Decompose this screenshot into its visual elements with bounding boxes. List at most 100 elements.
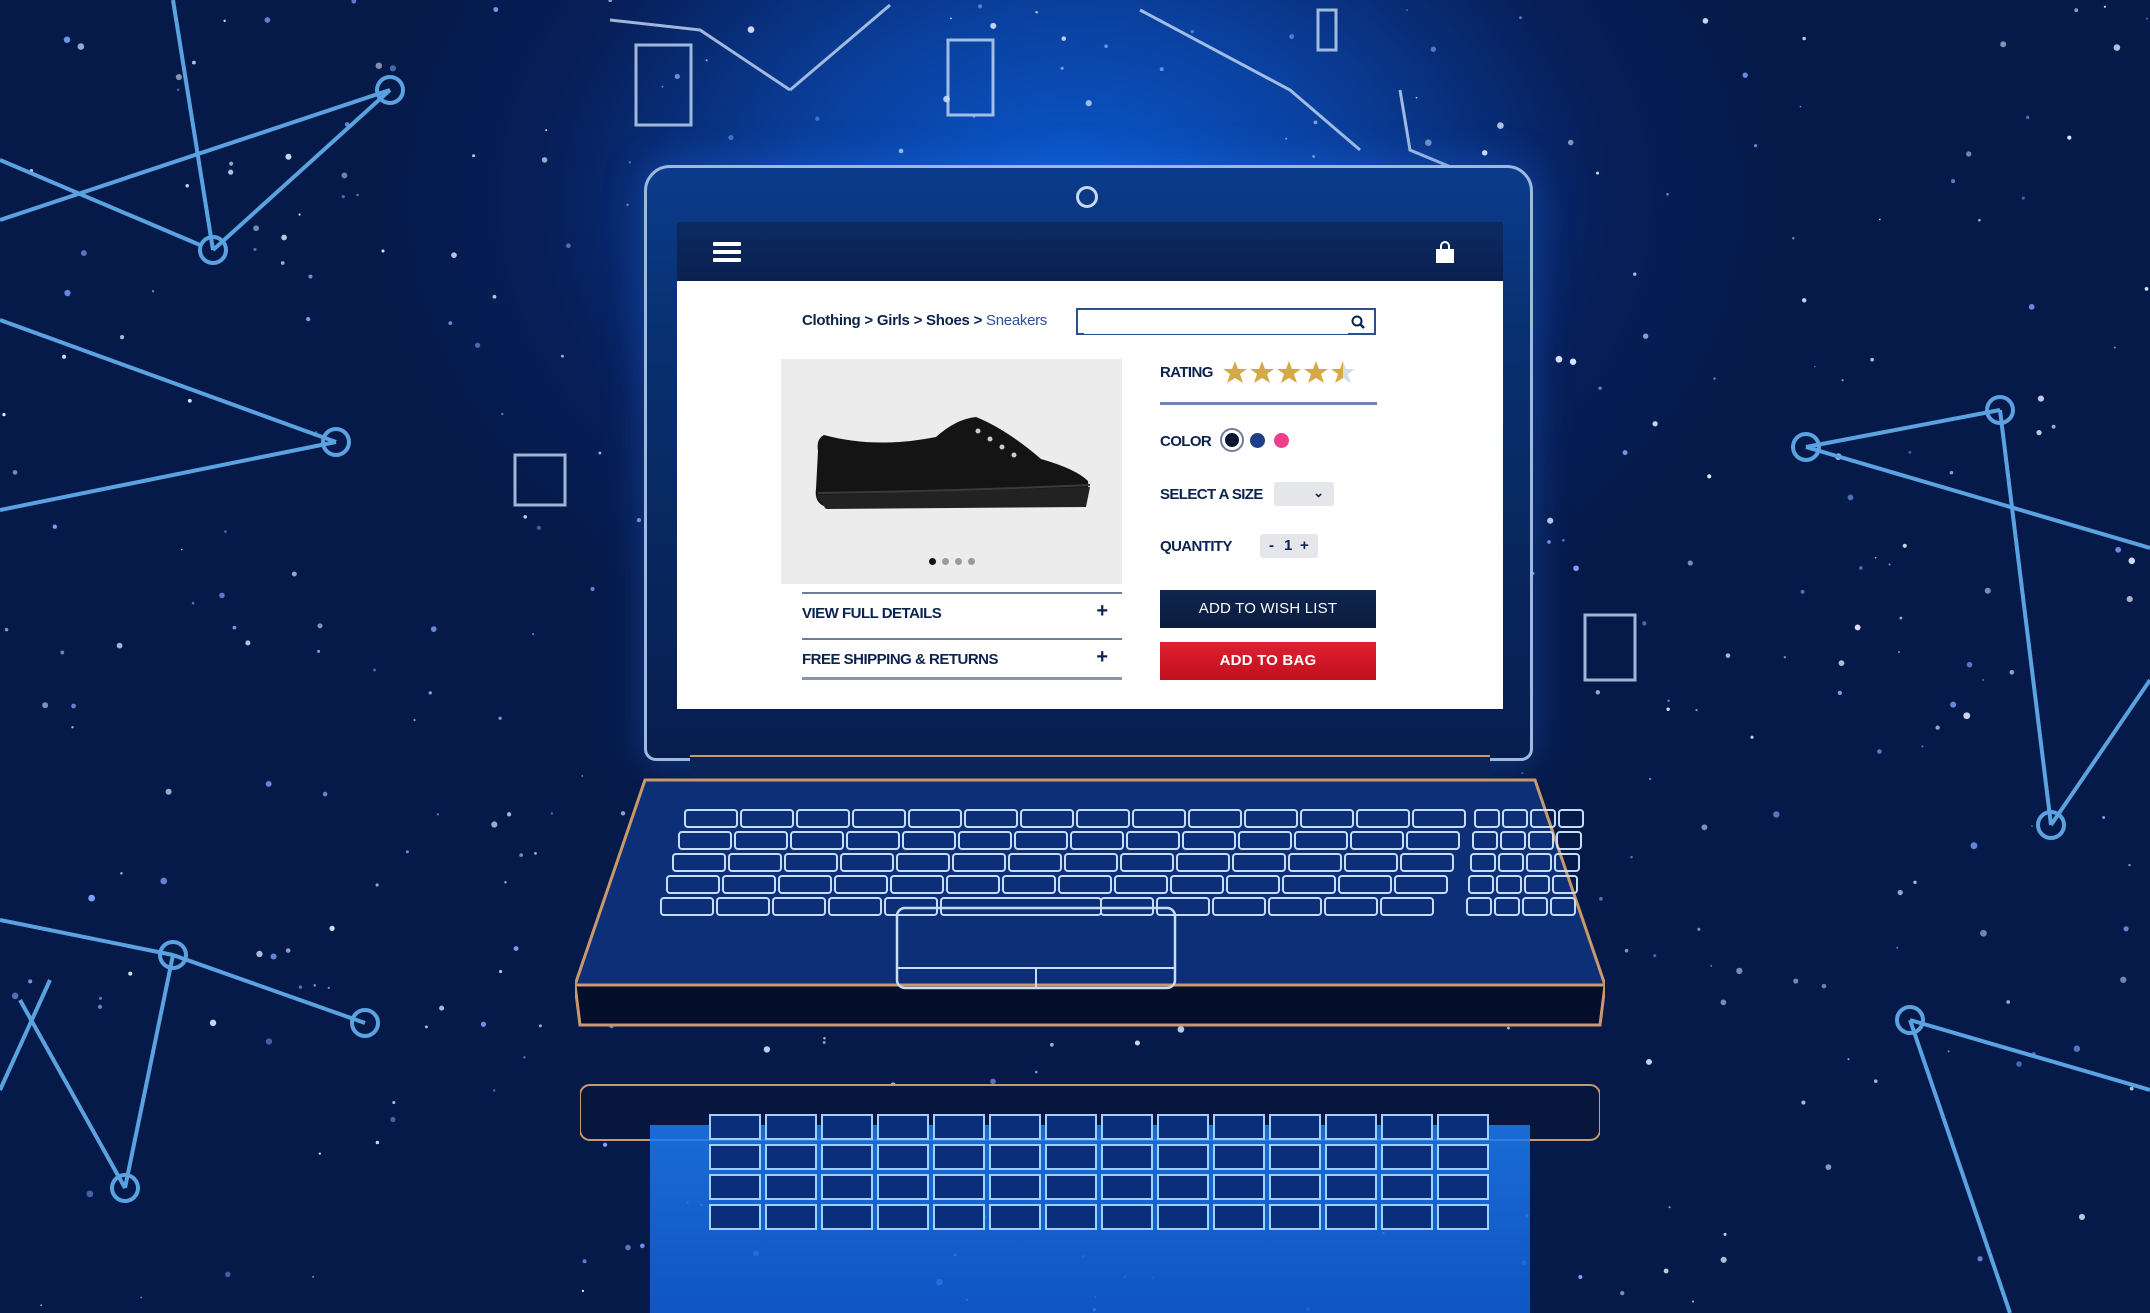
star [1723,1232,1727,1236]
star [1888,563,1891,566]
star [1547,540,1551,544]
star [532,633,535,636]
hamburger-menu-icon[interactable] [713,242,741,262]
star [1633,272,1637,276]
shopping-bag-icon[interactable] [1433,240,1457,264]
plus-icon[interactable]: + [1096,600,1108,623]
star [990,22,997,29]
star [1963,712,1971,720]
star [2115,546,2122,553]
star [373,668,376,672]
star [62,354,67,359]
star [1430,46,1437,52]
breadcrumb-girls[interactable]: Girls [877,312,910,329]
quantity-value[interactable]: 1 [1284,537,1292,554]
star [1720,1256,1727,1263]
star [1878,218,1881,221]
reflected-key [1269,1204,1321,1230]
star [430,626,437,632]
star [140,1296,143,1299]
accordion-free-shipping-returns[interactable]: FREE SHIPPING & RETURNS + [802,638,1122,678]
star [71,726,74,729]
reflected-key [1325,1174,1377,1200]
color-swatch-pink[interactable] [1274,433,1289,448]
star [1652,421,1658,427]
star [356,193,359,197]
star [1970,842,1978,850]
carousel-dot[interactable] [928,558,936,565]
star [1519,16,1522,20]
star [329,925,335,932]
star [1312,154,1316,158]
star [1481,150,1488,156]
breadcrumb-shoes[interactable]: Shoes [926,312,970,329]
star [256,950,263,958]
accordion-divider [802,677,1122,680]
star-full-icon [1304,361,1328,383]
search-input[interactable] [1084,310,1348,334]
star [598,451,602,455]
star [1034,1070,1038,1074]
color-swatch-black[interactable] [1222,430,1242,450]
star [439,1005,445,1011]
star [86,1190,94,1198]
reflected-key [1269,1144,1321,1170]
star [1713,377,1716,380]
site-header [677,222,1503,281]
star [436,813,440,816]
reflected-key [1045,1204,1097,1230]
reflected-key [765,1114,817,1140]
laptop-keyboard-deck [575,778,1605,1027]
breadcrumb-clothing[interactable]: Clothing [802,312,861,329]
add-to-bag-button[interactable]: ADD TO BAG [1160,642,1376,680]
carousel-dot[interactable] [967,558,975,565]
reflected-key [877,1114,929,1140]
star [1977,1256,1983,1262]
star [1847,494,1854,501]
star [413,719,416,722]
reflected-key [877,1174,929,1200]
star [1695,708,1698,712]
star [191,601,195,605]
star [519,853,523,857]
star [389,65,397,72]
star [1966,661,1973,668]
star [1424,139,1432,147]
size-select[interactable]: ⌄ [1274,482,1334,506]
color-swatch-navy[interactable] [1250,433,1265,448]
carousel-dot[interactable] [954,558,962,565]
accordion-view-full-details[interactable]: VIEW FULL DETAILS + [802,592,1122,632]
star [318,1152,321,1155]
star [1838,660,1845,667]
star [185,184,190,188]
star [2113,346,2116,349]
chevron-down-icon: ⌄ [1313,485,1324,500]
quantity-increment-button[interactable]: + [1300,537,1309,554]
star [1898,651,1900,653]
star [2006,1000,2011,1004]
reflected-key [877,1204,929,1230]
quantity-stepper: - 1 + [1260,534,1318,558]
star [1984,587,1991,594]
laptop-reflection [580,1084,1600,1313]
star [1134,1040,1140,1046]
star [1813,365,1816,368]
star [1736,967,1743,975]
star [280,261,285,265]
reflected-key [1437,1114,1489,1140]
plus-icon[interactable]: + [1096,646,1108,669]
star [1620,1291,1625,1296]
search-icon[interactable] [1350,314,1366,330]
star [1547,517,1554,524]
add-to-wish-list-button[interactable]: ADD TO WISH LIST [1160,590,1376,628]
reflected-key [1213,1204,1265,1230]
quantity-decrement-button[interactable]: - [1269,537,1274,554]
star [151,290,155,293]
carousel-dot[interactable] [941,558,949,565]
star [1908,450,1912,454]
star [2025,115,2030,120]
numpad-key [1556,831,1582,850]
star [448,321,453,326]
star [492,1089,496,1092]
product-image-carousel[interactable] [781,359,1122,584]
